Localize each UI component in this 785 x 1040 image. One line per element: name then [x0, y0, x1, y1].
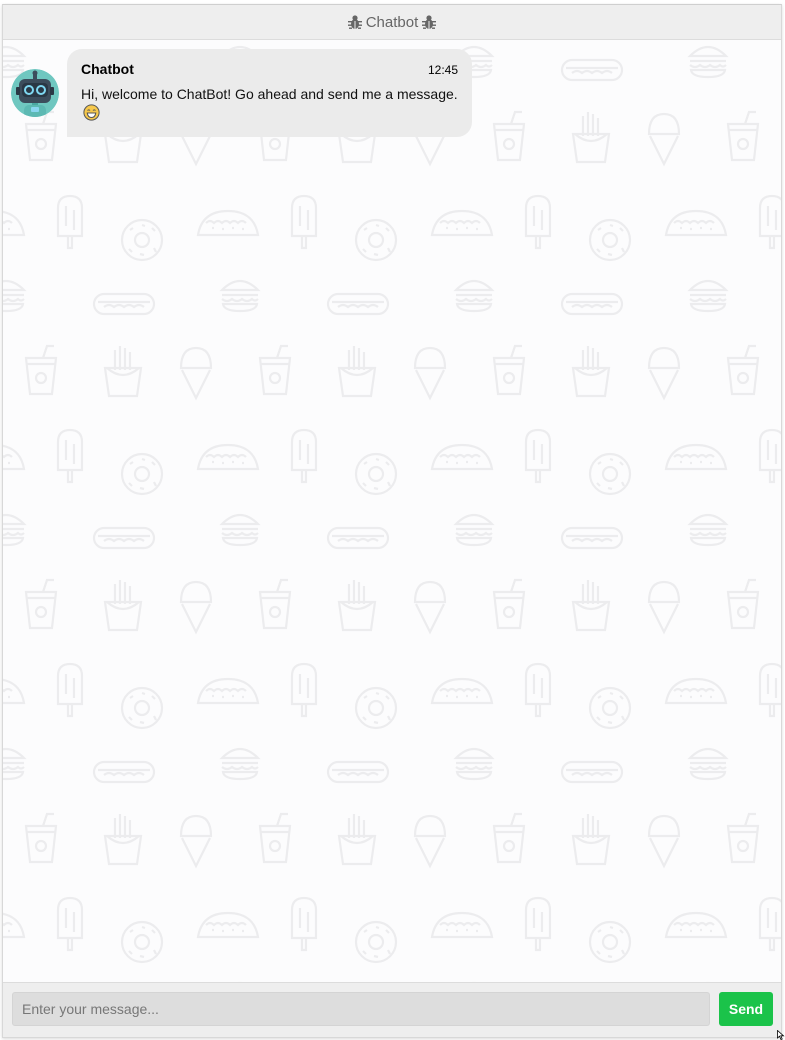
chat-title: Chatbot	[365, 13, 419, 31]
food-pattern-background	[3, 40, 781, 984]
chatbot-window: Chatbot Chatbot 12:45 Hi, welcome to Cha…	[2, 4, 782, 1038]
send-button[interactable]: Send	[719, 992, 773, 1026]
chat-header: Chatbot	[3, 5, 781, 40]
message-time: 12:45	[427, 63, 458, 77]
message-sender: Chatbot	[81, 61, 134, 77]
message-text-container: Hi, welcome to ChatBot! Go ahead and sen…	[81, 85, 458, 123]
robot-icon	[11, 69, 59, 117]
bug-icon	[422, 15, 437, 29]
mouse-cursor-icon	[777, 1030, 785, 1040]
robot-avatar	[11, 69, 59, 117]
message-composer: Send	[3, 982, 781, 1037]
bug-icon	[347, 15, 362, 29]
message-text: Hi, welcome to ChatBot! Go ahead and sen…	[81, 86, 458, 102]
smile-emoji-icon	[83, 104, 100, 121]
message-list[interactable]: Chatbot 12:45 Hi, welcome to ChatBot! Go…	[3, 40, 781, 984]
message-bubble: Chatbot 12:45 Hi, welcome to ChatBot! Go…	[67, 49, 472, 137]
message-row: Chatbot 12:45 Hi, welcome to ChatBot! Go…	[11, 49, 472, 137]
message-input[interactable]	[12, 992, 710, 1026]
